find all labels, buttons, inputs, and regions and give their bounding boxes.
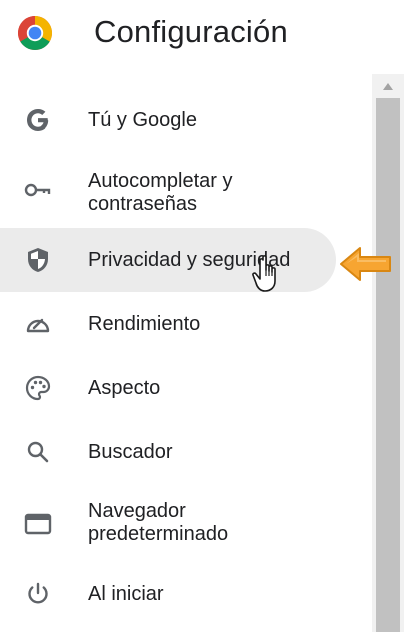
sidebar-item-label: Rendimiento bbox=[88, 313, 201, 335]
sidebar-item-search-engine[interactable]: Buscador bbox=[0, 420, 372, 484]
chrome-logo-icon bbox=[17, 15, 53, 51]
key-icon bbox=[24, 176, 52, 204]
speedometer-icon bbox=[24, 310, 52, 338]
power-icon bbox=[24, 580, 52, 608]
browser-window-icon bbox=[24, 510, 52, 538]
palette-icon bbox=[24, 374, 52, 402]
search-icon bbox=[24, 438, 52, 466]
page-title: Configuración bbox=[94, 14, 288, 49]
sidebar-item-label-line1: Navegador bbox=[88, 500, 186, 522]
scrollbar[interactable] bbox=[372, 74, 404, 632]
sidebar-item-label: Aspecto bbox=[88, 377, 161, 399]
sidebar-item-on-startup[interactable]: Al iniciar bbox=[0, 562, 372, 626]
scroll-up-button[interactable] bbox=[372, 74, 404, 98]
sidebar-item-performance[interactable]: Rendimiento bbox=[0, 292, 372, 356]
shield-icon bbox=[24, 246, 52, 274]
sidebar-item-label-line1: Autocompletar y bbox=[88, 170, 233, 192]
scroll-up-arrow-icon bbox=[383, 83, 393, 90]
sidebar-item-privacy-security[interactable]: Privacidad y seguridad bbox=[0, 228, 372, 292]
sidebar-item-label: Buscador bbox=[88, 441, 173, 463]
sidebar-item-label: Tú y Google bbox=[88, 109, 197, 131]
sidebar-item-autofill[interactable]: Autocompletar y contraseñas bbox=[0, 162, 372, 226]
sidebar-item-you-and-google[interactable]: Tú y Google bbox=[0, 88, 372, 152]
orange-arrow-icon bbox=[338, 244, 394, 284]
page-header: Configuración bbox=[0, 0, 404, 68]
sidebar-item-appearance[interactable]: Aspecto bbox=[0, 356, 372, 420]
scroll-thumb[interactable] bbox=[376, 98, 400, 632]
sidebar-item-label-line2: predeterminado bbox=[88, 523, 229, 545]
sidebar-item-default-browser[interactable]: Navegador predeterminado bbox=[0, 492, 372, 556]
sidebar-item-label: Al iniciar bbox=[88, 583, 164, 605]
sidebar-item-label-line2: contraseñas bbox=[88, 193, 197, 215]
google-g-icon bbox=[24, 106, 52, 134]
hand-cursor-icon bbox=[252, 254, 286, 296]
